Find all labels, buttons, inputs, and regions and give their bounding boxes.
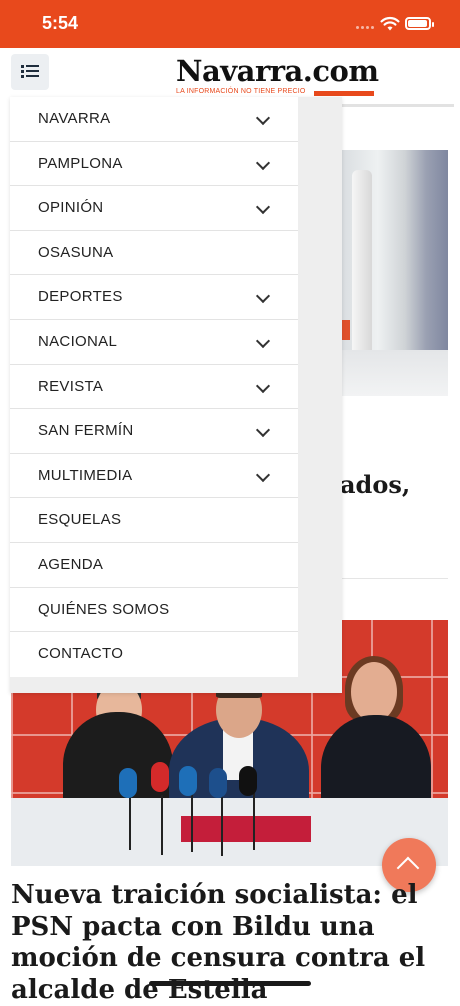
chevron-down-icon[interactable] (255, 423, 271, 438)
chevron-down-icon[interactable] (255, 200, 271, 215)
chevron-down-icon[interactable] (255, 333, 271, 349)
menu-item-label: MULTIMEDIA (38, 466, 133, 484)
menu-item-label: NACIONAL (38, 332, 118, 350)
menu-item-label: PAMPLONA (38, 154, 123, 172)
wifi-icon (380, 16, 400, 31)
menu-item[interactable]: MULTIMEDIA (10, 453, 298, 499)
menu-item-label: REVISTA (38, 377, 104, 395)
menu-item[interactable]: ESQUELAS (10, 498, 298, 543)
menu-item[interactable]: NACIONAL (10, 319, 298, 365)
menu-item[interactable]: OSASUNA (10, 230, 298, 276)
status-bar: 5:54 (0, 0, 460, 48)
chevron-down-icon[interactable] (255, 289, 271, 304)
article-image[interactable] (340, 150, 448, 396)
menu-item[interactable]: AGENDA (10, 542, 298, 588)
home-indicator (149, 981, 311, 986)
menu-item-label: DEPORTES (38, 288, 123, 306)
menu-item[interactable]: CONTACTO (10, 632, 298, 677)
chevron-down-icon[interactable] (255, 110, 271, 126)
menu-item-label: QUIÉNES SOMOS (38, 600, 170, 618)
menu-item[interactable]: NAVARRA (10, 97, 298, 142)
menu-item-label: OPINIÓN (38, 199, 104, 217)
logo-accent-bar (314, 91, 374, 96)
menu-item-label: SAN FERMÍN (38, 422, 134, 440)
nav-menu-list: NAVARRA PAMPLONA OPINIÓN OSASUNA DEPORTES NAC… (10, 97, 298, 677)
menu-item[interactable]: QUIÉNES SOMOS (10, 587, 298, 633)
menu-item-label: NAVARRA (38, 110, 111, 127)
chevron-down-icon[interactable] (255, 378, 271, 393)
menu-item[interactable]: PAMPLONA (10, 141, 298, 187)
article-headline[interactable]: Nueva traición socialista: el PSN pacta … (11, 880, 451, 1006)
menu-item-label: AGENDA (38, 555, 104, 573)
menu-item-label: OSASUNA (38, 243, 114, 261)
menu-button[interactable] (11, 54, 49, 90)
chevron-down-icon[interactable] (255, 155, 271, 170)
chevron-down-icon[interactable] (255, 467, 271, 482)
menu-item[interactable]: SAN FERMÍN (10, 409, 298, 454)
menu-item-label: CONTACTO (38, 645, 124, 663)
menu-item[interactable]: REVISTA (10, 364, 298, 410)
menu-item[interactable]: OPINIÓN (10, 186, 298, 231)
logo-wordmark: Navarra.com (176, 54, 379, 88)
menu-item[interactable]: DEPORTES (10, 275, 298, 320)
battery-icon (405, 17, 434, 30)
signal-icon (356, 26, 376, 30)
nav-dropdown: NAVARRA PAMPLONA OPINIÓN OSASUNA DEPORTES NAC… (10, 97, 342, 693)
site-logo[interactable]: Navarra.com LA INFORMACIÓN NO TIENE PREC… (176, 54, 379, 98)
article-divider (340, 578, 448, 579)
chevron-up-icon (396, 856, 420, 880)
logo-tagline: LA INFORMACIÓN NO TIENE PRECIO (176, 88, 306, 95)
article-headline[interactable]: ados, (340, 470, 410, 499)
status-time: 5:54 (42, 13, 79, 33)
menu-item-label: ESQUELAS (38, 511, 122, 529)
